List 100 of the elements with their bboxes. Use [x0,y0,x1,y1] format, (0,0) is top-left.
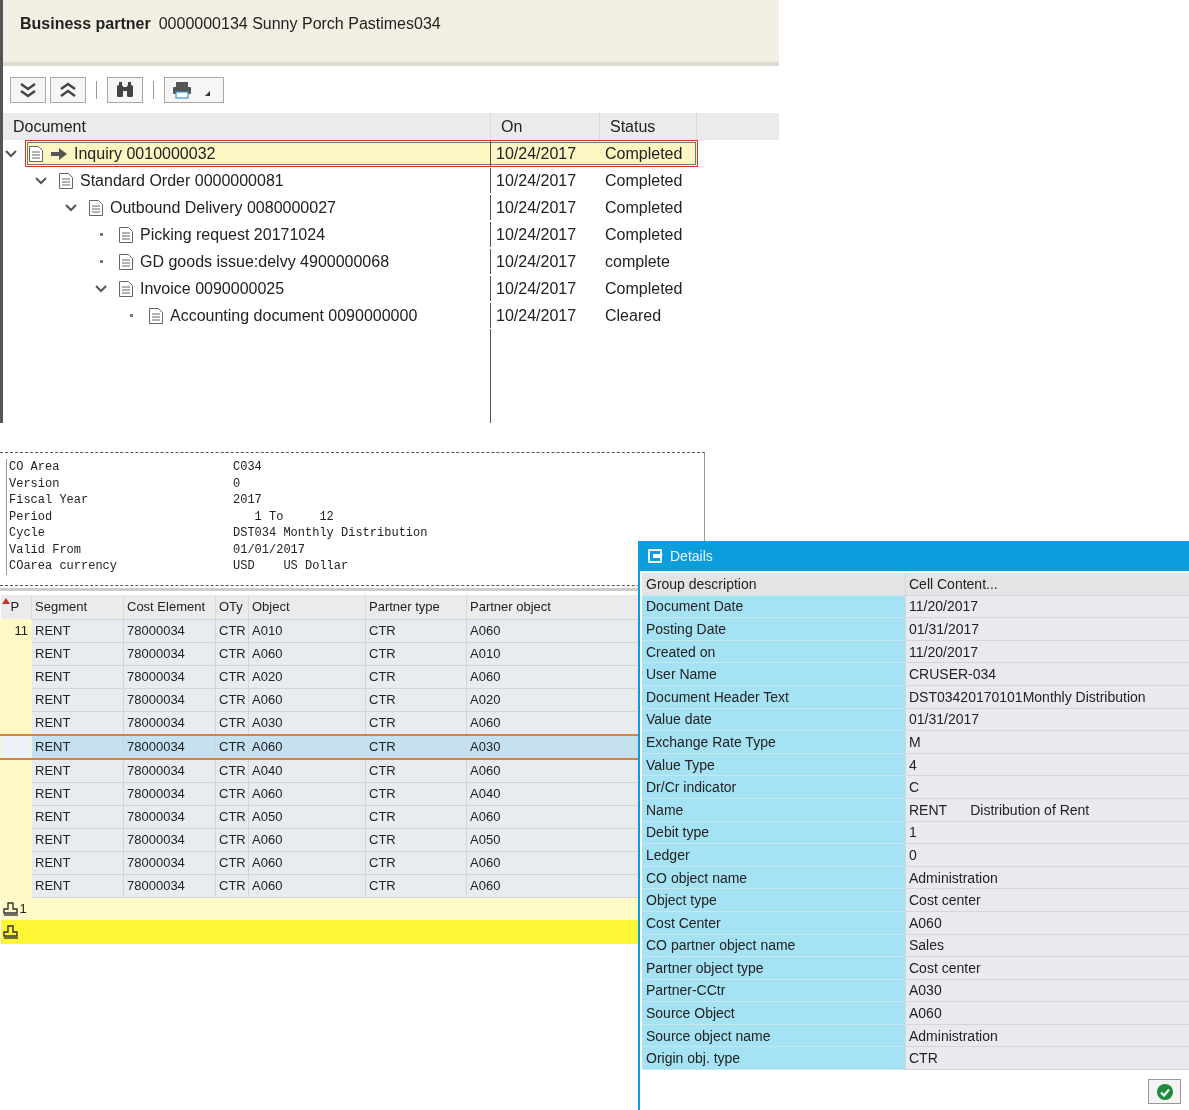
table-cell: CTR [215,734,249,759]
table-cell: CTR [215,619,249,642]
date-cell-text: 10/24/2017 [495,198,578,217]
table-cell: CTR [365,711,467,735]
column-header[interactable]: P [0,594,32,619]
report-value: 01/01/2017 [233,542,305,557]
field-label: Value Type [642,753,905,777]
field-value: CTR [905,1047,1189,1071]
table-row[interactable]: RENT 78000034 CTR A060 CTR A010 [0,642,641,665]
field-value: A060 [905,911,1189,935]
binoculars-icon [115,81,135,99]
collapse-all-icon [58,81,78,99]
find-button[interactable] [107,77,143,103]
document-icon [118,252,134,271]
column-header[interactable]: OTy [215,594,249,619]
field-label: Source Object [642,1002,905,1025]
table-row[interactable]: RENT 78000034 CTR A060 CTR A030 [0,734,641,759]
document-name: Inquiry 0010000032 [74,144,216,163]
table-cell: A060 [248,734,366,759]
column-header[interactable]: Cost Element [123,594,216,619]
column-header[interactable]: Cell Content... [905,573,1189,596]
chevron-icon[interactable] [95,283,107,294]
table-cell: 78000034 [123,619,216,642]
table-row[interactable]: RENT 78000034 CTR A060 CTR A060 [0,851,641,874]
table-cell: A010 [248,619,366,642]
table-row[interactable]: RENT 78000034 CTR A060 CTR A040 [0,782,641,805]
table-cell [0,758,32,782]
column-header[interactable]: Partner object [466,594,641,619]
report-label: Fiscal Year [9,493,90,508]
chevron-icon[interactable] [5,148,17,159]
table-cell [0,734,32,759]
expand-all-button[interactable] [10,77,46,103]
confirm-button[interactable] [1148,1079,1181,1104]
field-value: 01/31/2017 [905,618,1189,641]
date-cell-text: 10/24/2017 [495,279,578,298]
dropdown-icon [203,89,211,97]
stamp-icon [2,901,19,916]
status-cell-text: Completed [604,225,684,244]
field-label: Object type [642,889,905,912]
tree-row[interactable]: GD goods issue:delvy 4900000068 10/24/2017 complete [115,248,698,275]
collapse-all-button[interactable] [50,77,86,103]
document-name: Standard Order 0000000081 [80,171,284,190]
details-icon [648,549,664,563]
chevron-icon[interactable] [35,175,47,186]
stamp-icon [2,924,19,939]
column-header[interactable]: Object [248,594,366,619]
chevron-icon[interactable] [65,202,77,213]
table-cell: CTR [365,619,467,642]
print-menu-button[interactable] [164,77,224,103]
report-label: Valid From [9,542,82,557]
table-row[interactable]: 11 RENT 78000034 CTR A010 CTR A060 [0,619,641,642]
date-cell-text: 10/24/2017 [495,171,578,190]
table-cell: 11 [0,619,32,642]
document-icon [88,198,104,217]
field-value: A060 [905,1002,1189,1025]
field-label: Origin obj. type [642,1047,905,1071]
field-label: Partner object type [642,957,905,980]
field-label: CO partner object name [642,934,905,958]
tree-row[interactable]: Standard Order 0000000081 10/24/2017 Completed [55,167,698,194]
table-row[interactable]: RENT 78000034 CTR A030 CTR A060 [0,711,641,735]
table-row[interactable]: RENT 78000034 CTR A040 CTR A060 [0,758,641,782]
dialog-title: Details [670,548,713,564]
field-label: Partner-CCtr [642,979,905,1003]
field-label: Dr/Cr indicator [642,776,905,799]
tree-row[interactable]: Inquiry 0010000032 10/24/2017 Completed [25,140,698,167]
field-label: Exchange Rate Type [642,731,905,754]
field-value: 1 [905,821,1189,845]
table-cell: A040 [248,758,366,782]
tree-row[interactable]: Picking request 20171024 10/24/2017 Completed [115,221,698,248]
field-label: Source object name [642,1024,905,1048]
document-icon [58,171,74,190]
field-value: 11/20/2017 [905,595,1189,619]
column-header[interactable]: Partner type [365,594,467,619]
table-row[interactable]: RENT 78000034 CTR A050 CTR A060 [0,805,641,828]
date-cell-text: 10/24/2017 [495,306,578,325]
field-label: Cost Center [642,911,905,935]
field-label: Document Date [642,595,905,619]
report-label: Cycle [9,526,46,541]
tree-row[interactable]: Outbound Delivery 0080000027 10/24/2017 Completed [85,194,698,221]
report-value: 0 [233,476,241,491]
subtotal-count: 1 [19,901,27,916]
report-value: 1 To 12 [253,509,334,524]
table-cell: A020 [248,665,366,688]
column-header[interactable]: Segment [31,594,124,619]
status-cell-text: Completed [604,171,684,190]
table-row[interactable]: RENT 78000034 CTR A060 CTR A050 [0,828,641,851]
header-value: 0000000134 Sunny Porch Pastimes034 [158,15,441,33]
table-row[interactable]: RENT 78000034 CTR A060 CTR A020 [0,688,641,711]
table-row[interactable]: RENT 78000034 CTR A020 CTR A060 [0,665,641,688]
tree-row[interactable]: Accounting document 0090000000 10/24/2017 Cleared [145,302,698,329]
expand-all-icon [18,81,38,99]
field-label: Ledger [642,844,905,867]
document-name: GD goods issue:delvy 4900000068 [140,252,390,271]
field-label: Debit type [642,821,905,845]
tree-row[interactable]: Invoice 0090000025 10/24/2017 Completed [115,275,698,302]
column-header[interactable]: Group description [642,573,905,596]
table-row[interactable]: RENT 78000034 CTR A060 CTR A060 [0,874,641,897]
status-cell-text: Completed [604,198,684,217]
table-cell [0,711,32,735]
table-cell: A060 [248,874,366,897]
